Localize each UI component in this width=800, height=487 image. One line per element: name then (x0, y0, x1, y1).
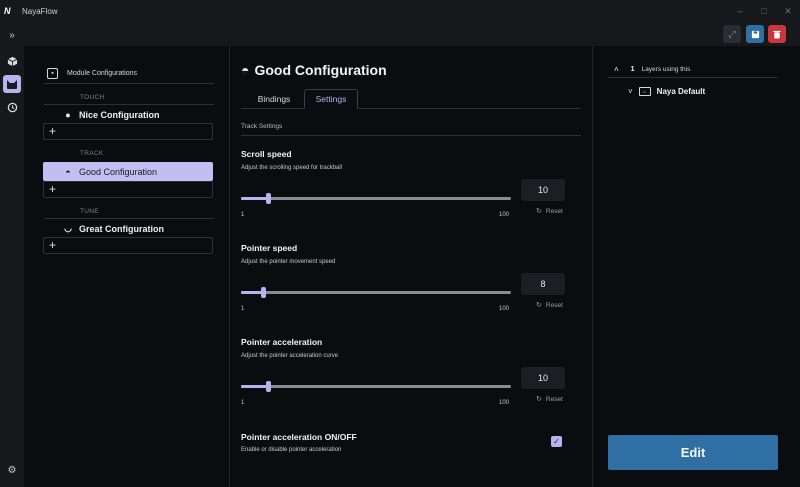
setting-description: Adjust the pointer acceleration curve (241, 353, 339, 359)
config-panel: ◓ Good Configuration Bindings Settings T… (231, 46, 593, 487)
group-label-track: TRACK (80, 150, 104, 157)
cube-icon[interactable] (3, 52, 21, 70)
config-item-nice[interactable]: ● Nice Configuration (43, 105, 213, 124)
divider (241, 135, 581, 136)
layer-name: Naya Default (656, 87, 706, 96)
app-logo: N (4, 6, 11, 16)
add-config-button[interactable]: + (43, 123, 213, 140)
scroll-speed-slider[interactable] (241, 193, 511, 204)
icon-rail: » ⚙ (0, 22, 24, 487)
layers-count: 1 (630, 66, 635, 73)
window-controls: – □ ✕ (728, 0, 800, 22)
reset-button[interactable]: ↻ Reset (536, 395, 563, 404)
module-icon: ▪ (47, 68, 58, 79)
track-module-icon: ◓ (241, 62, 250, 78)
tune-module-icon: ◡ (64, 223, 72, 233)
touch-module-icon: ● (65, 109, 71, 120)
add-config-button[interactable]: + (43, 237, 213, 254)
setting-description: Adjust the pointer movement speed (241, 259, 336, 265)
settings-icon[interactable]: ⚙ (3, 461, 21, 479)
section-label: Track Settings (241, 123, 283, 130)
expand-icon[interactable]: » (3, 26, 21, 44)
setting-description: Enable or disable pointer acceleration (241, 447, 342, 453)
config-item-great[interactable]: ◡ Great Configuration (43, 219, 213, 238)
pointer-speed-slider[interactable] (241, 287, 511, 298)
slider-max-label: 100 (499, 400, 510, 406)
reset-button[interactable]: ↻ Reset (536, 301, 563, 310)
slider-fill (241, 385, 268, 388)
slider-fill (241, 197, 268, 200)
folder-icon: ⌂ (638, 87, 651, 96)
slider-thumb[interactable] (260, 287, 266, 298)
title-bar: N NayaFlow – □ ✕ (0, 0, 800, 22)
layer-item[interactable]: ˅ ⌂ Naya Default (628, 87, 705, 96)
expand-view-icon[interactable]: ⤢ (723, 25, 741, 43)
slider-thumb[interactable] (266, 193, 271, 204)
cat-icon[interactable] (3, 75, 21, 93)
setting-title: Pointer acceleration ON/OFF (241, 432, 357, 442)
slider-min-label: 1 (241, 212, 245, 218)
config-title-row: ◓ Good Configuration (241, 62, 387, 78)
pointer-acceleration-value[interactable]: 10 (521, 367, 565, 389)
group-label-touch: TOUCH (80, 94, 105, 101)
slider-min-label: 1 (241, 400, 245, 406)
setting-description: Adjust the scrolling speed for trackball (241, 165, 343, 171)
modules-header-label: Module Configurations (67, 70, 138, 77)
setting-title: Pointer speed (241, 243, 298, 253)
delete-icon[interactable] (768, 25, 786, 43)
pointer-acceleration-checkbox[interactable]: ✓ (551, 436, 562, 447)
config-item-label: Good Configuration (79, 166, 158, 177)
slider-min-label: 1 (241, 306, 245, 312)
reset-label: Reset (545, 207, 563, 215)
group-label-tune: TUNE (80, 208, 99, 215)
minimize-button[interactable]: – (728, 0, 752, 22)
tab-bindings[interactable]: Bindings (249, 89, 299, 109)
reset-label: Reset (545, 301, 563, 309)
slider-fill (241, 291, 263, 294)
pointer-speed-value[interactable]: 8 (521, 273, 565, 295)
app-title: NayaFlow (22, 6, 58, 16)
config-title: Good Configuration (254, 62, 387, 78)
reset-icon: ↻ (536, 396, 542, 403)
pointer-acceleration-slider[interactable] (241, 381, 511, 392)
modules-panel: ▪ Module Configurations TOUCH ● Nice Con… (24, 46, 230, 487)
config-item-label: Nice Configuration (79, 109, 160, 120)
chevron-up-icon: ˄ (614, 65, 619, 74)
config-item-good[interactable]: ◓ Good Configuration (43, 162, 213, 181)
close-button[interactable]: ✕ (776, 0, 800, 22)
setting-title: Scroll speed (241, 149, 292, 159)
slider-max-label: 100 (499, 306, 510, 312)
add-config-button[interactable]: + (43, 181, 213, 198)
track-module-icon: ◓ (65, 166, 71, 177)
setting-title: Pointer acceleration (241, 337, 323, 347)
reset-icon: ↻ (536, 208, 542, 215)
chevron-down-icon: ˅ (628, 87, 633, 96)
tab-settings[interactable]: Settings (304, 89, 358, 109)
tab-bar: Bindings Settings (241, 87, 581, 109)
modules-header: ▪ Module Configurations (44, 66, 214, 84)
history-icon[interactable] (3, 98, 21, 116)
scroll-speed-value[interactable]: 10 (521, 179, 565, 201)
slider-thumb[interactable] (266, 381, 271, 392)
layers-label: Layers using this (641, 66, 691, 73)
layers-panel: ˄ 1 Layers using this ˅ ⌂ Naya Default E… (594, 46, 800, 487)
slider-max-label: 100 (499, 212, 510, 218)
edit-button[interactable]: Edit (608, 435, 778, 470)
layers-header[interactable]: ˄ 1 Layers using this (608, 62, 778, 78)
save-icon[interactable] (746, 25, 764, 43)
config-item-label: Great Configuration (79, 223, 164, 234)
action-strip: ⤢ (24, 22, 800, 46)
reset-icon: ↻ (536, 302, 542, 309)
reset-button[interactable]: ↻ Reset (536, 207, 563, 216)
maximize-button[interactable]: □ (752, 0, 776, 22)
reset-label: Reset (545, 395, 563, 403)
